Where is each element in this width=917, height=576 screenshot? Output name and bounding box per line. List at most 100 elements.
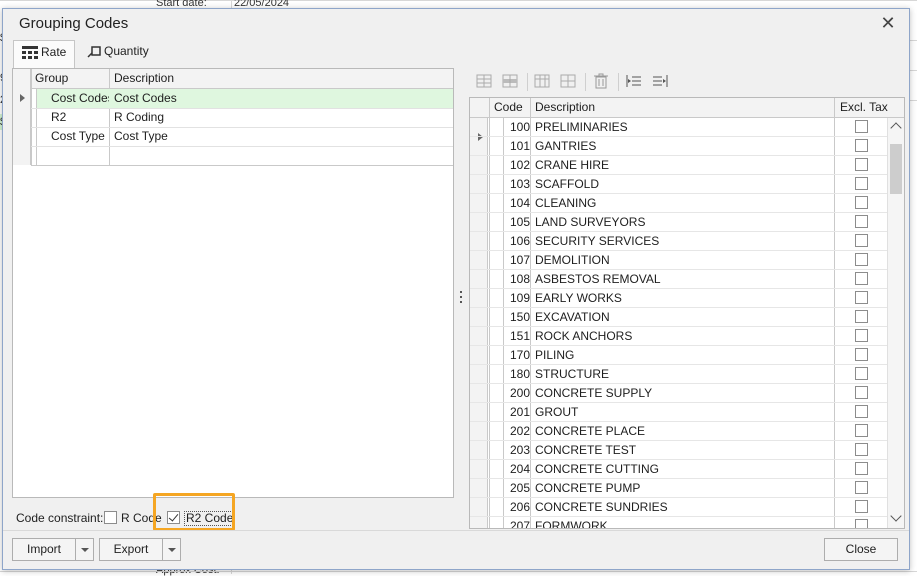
cell-description[interactable]: CONCRETE SUPPLY — [535, 384, 652, 402]
cell-description[interactable]: SCAFFOLD — [535, 175, 599, 193]
cell-description[interactable]: EARLY WORKS — [535, 289, 622, 307]
cell-code[interactable]: 170 — [505, 346, 530, 364]
close-icon[interactable]: ✕ — [877, 12, 899, 34]
delete-icon[interactable] — [592, 72, 612, 92]
tab-rate[interactable]: Rate — [13, 40, 75, 69]
cell-description[interactable]: CONCRETE PLACE — [535, 422, 645, 440]
cell-code[interactable]: 101 — [505, 137, 530, 155]
r-code-checkbox[interactable] — [104, 511, 117, 524]
table-row[interactable]: 150 EXCAVATION — [470, 308, 887, 327]
outdent-icon[interactable] — [625, 72, 645, 92]
excl-tax-checkbox[interactable] — [855, 253, 868, 266]
cell-code[interactable]: 201 — [505, 403, 530, 421]
insert-column-icon[interactable] — [533, 72, 553, 92]
excl-tax-checkbox[interactable] — [855, 329, 868, 342]
excl-tax-checkbox[interactable] — [855, 386, 868, 399]
export-button[interactable]: Export — [99, 538, 163, 561]
cell-description[interactable]: FORMWORK — [535, 517, 608, 528]
table-row[interactable]: 105 LAND SURVEYORS — [470, 213, 887, 232]
cell-description[interactable]: CONCRETE TEST — [535, 441, 636, 459]
cell-code[interactable]: 180 — [505, 365, 530, 383]
cell-group[interactable]: R2 — [47, 108, 109, 127]
cell-code[interactable]: 207 — [505, 517, 530, 528]
table-row[interactable]: 200 CONCRETE SUPPLY — [470, 384, 887, 403]
import-button[interactable]: Import — [12, 538, 76, 561]
excl-tax-checkbox[interactable] — [855, 177, 868, 190]
export-dropdown-button[interactable] — [163, 538, 181, 561]
cell-description[interactable]: GANTRIES — [535, 137, 596, 155]
cell-description[interactable]: CLEANING — [535, 194, 596, 212]
table-row[interactable]: 151 ROCK ANCHORS — [470, 327, 887, 346]
excl-tax-checkbox[interactable] — [855, 272, 868, 285]
table-row[interactable]: 180 STRUCTURE — [470, 365, 887, 384]
cell-group[interactable]: Cost Codes — [47, 89, 109, 108]
cell-code[interactable]: 206 — [505, 498, 530, 516]
table-row[interactable]: 204 CONCRETE CUTTING — [470, 460, 887, 479]
cell-code[interactable]: 109 — [505, 289, 530, 307]
cell-code[interactable]: 102 — [505, 156, 530, 174]
cell-description[interactable]: R Coding — [110, 108, 450, 127]
table-row[interactable]: 203 CONCRETE TEST — [470, 441, 887, 460]
table-row[interactable]: 106 SECURITY SERVICES — [470, 232, 887, 251]
cell-description[interactable]: GROUT — [535, 403, 578, 421]
cell-description[interactable]: Cost Type — [110, 127, 450, 146]
cell-description[interactable]: STRUCTURE — [535, 365, 609, 383]
excl-tax-checkbox[interactable] — [855, 120, 868, 133]
cell-code[interactable]: 205 — [505, 479, 530, 497]
cell-code[interactable]: 106 — [505, 232, 530, 250]
cell-description[interactable]: PRELIMINARIES — [535, 118, 628, 136]
table-row[interactable]: 104 CLEANING — [470, 194, 887, 213]
close-button[interactable]: Close — [824, 538, 898, 561]
cell-code[interactable]: 100 — [505, 118, 530, 136]
indent-icon[interactable] — [651, 72, 671, 92]
vertical-scrollbar[interactable] — [887, 118, 904, 528]
excl-tax-checkbox[interactable] — [855, 405, 868, 418]
table-row[interactable]: 107 DEMOLITION — [470, 251, 887, 270]
excl-tax-checkbox[interactable] — [855, 310, 868, 323]
insert-row-above-icon[interactable] — [475, 72, 495, 92]
table-row[interactable]: 102 CRANE HIRE — [470, 156, 887, 175]
cell-code[interactable]: 204 — [505, 460, 530, 478]
table-row[interactable]: 206 CONCRETE SUNDRIES — [470, 498, 887, 517]
cell-description[interactable]: EXCAVATION — [535, 308, 610, 326]
cell-code[interactable]: 150 — [505, 308, 530, 326]
table-grid-icon[interactable] — [559, 72, 579, 92]
excl-tax-checkbox[interactable] — [855, 158, 868, 171]
cell-description[interactable]: CONCRETE CUTTING — [535, 460, 659, 478]
table-row[interactable]: 205 CONCRETE PUMP — [470, 479, 887, 498]
column-header-excl-tax[interactable]: Excl. Tax — [836, 98, 896, 117]
column-header-code[interactable]: Code — [490, 98, 530, 117]
cell-description[interactable]: ROCK ANCHORS — [535, 327, 632, 345]
cell-code[interactable]: 200 — [505, 384, 530, 402]
excl-tax-checkbox[interactable] — [855, 500, 868, 513]
import-dropdown-button[interactable] — [76, 538, 94, 561]
column-header-group[interactable]: Group — [31, 69, 109, 88]
table-row[interactable]: 103 SCAFFOLD — [470, 175, 887, 194]
scroll-up-icon[interactable] — [890, 122, 902, 134]
excl-tax-checkbox[interactable] — [855, 291, 868, 304]
cell-code[interactable]: 202 — [505, 422, 530, 440]
excl-tax-checkbox[interactable] — [855, 367, 868, 380]
new-row[interactable] — [37, 147, 453, 165]
table-row[interactable]: 101 GANTRIES — [470, 137, 887, 156]
column-header-description[interactable]: Description — [531, 98, 831, 117]
cell-code[interactable]: 108 — [505, 270, 530, 288]
cell-code[interactable]: 203 — [505, 441, 530, 459]
table-row[interactable]: 202 CONCRETE PLACE — [470, 422, 887, 441]
scroll-down-icon[interactable] — [890, 510, 902, 522]
excl-tax-checkbox[interactable] — [855, 196, 868, 209]
excl-tax-checkbox[interactable] — [855, 234, 868, 247]
cell-code[interactable]: 105 — [505, 213, 530, 231]
excl-tax-checkbox[interactable] — [855, 215, 868, 228]
cell-code[interactable]: 104 — [505, 194, 530, 212]
table-row[interactable]: 100 PRELIMINARIES — [470, 118, 887, 137]
cell-group[interactable]: Cost Type — [47, 127, 109, 146]
cell-description[interactable]: ASBESTOS REMOVAL — [535, 270, 661, 288]
cell-description[interactable]: CONCRETE SUNDRIES — [535, 498, 668, 516]
cell-description[interactable]: CONCRETE PUMP — [535, 479, 640, 497]
cell-code[interactable]: 151 — [505, 327, 530, 345]
tab-quantity[interactable]: Quantity — [79, 40, 159, 68]
table-row[interactable]: 108 ASBESTOS REMOVAL — [470, 270, 887, 289]
table-row[interactable]: 201 GROUT — [470, 403, 887, 422]
excl-tax-checkbox[interactable] — [855, 481, 868, 494]
